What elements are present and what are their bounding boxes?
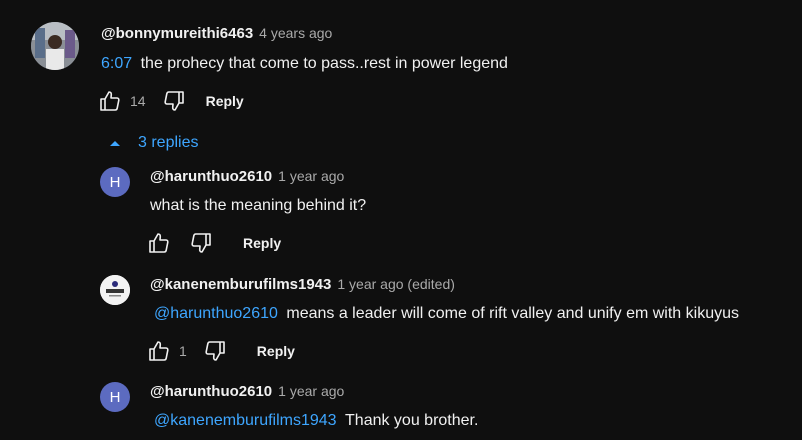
thumbs-up-icon xyxy=(149,233,169,253)
comment-text: 6:07 the prohecy that come to pass..rest… xyxy=(101,55,508,73)
reply-time[interactable]: 1 year ago (edited) xyxy=(337,276,455,292)
avatar[interactable]: H xyxy=(100,382,130,412)
reply-author[interactable]: @harunthuo2610 xyxy=(150,383,272,400)
dislike-button[interactable] xyxy=(187,229,215,257)
like-button[interactable] xyxy=(96,87,124,115)
reply-header: @harunthuo2610 1 year ago xyxy=(150,168,344,186)
avatar[interactable] xyxy=(100,275,130,305)
comment-header: @bonnymureithi6463 4 years ago xyxy=(101,25,332,43)
reply-body: Thank you brother. xyxy=(345,412,479,429)
reply-text: @kanenemburufilms1943 Thank you brother. xyxy=(154,412,478,430)
reply-time[interactable]: 1 year ago xyxy=(278,168,344,184)
reply-button[interactable]: Reply xyxy=(206,93,244,109)
comment-author[interactable]: @bonnymureithi6463 xyxy=(101,25,253,42)
comment-body: the prohecy that come to pass..rest in p… xyxy=(140,55,508,72)
like-count: 1 xyxy=(179,343,187,359)
caret-up-icon xyxy=(110,141,120,146)
reply-button[interactable]: Reply xyxy=(257,343,295,359)
avatar[interactable] xyxy=(31,22,79,70)
reply-text: @harunthuo2610 means a leader will come … xyxy=(154,305,739,323)
channel-logo-icon xyxy=(100,275,130,305)
replies-toggle[interactable]: 3 replies xyxy=(108,134,198,152)
like-button[interactable] xyxy=(145,229,173,257)
reply-text: what is the meaning behind it? xyxy=(150,197,367,214)
reply-author[interactable]: @kanenemburufilms1943 xyxy=(150,276,331,293)
thumbs-up-icon xyxy=(149,341,169,361)
thumbs-down-icon xyxy=(191,233,211,253)
like-button[interactable] xyxy=(145,337,173,365)
reply-button[interactable]: Reply xyxy=(243,235,281,251)
reply-header: @harunthuo2610 1 year ago xyxy=(150,383,344,401)
thumbs-up-icon xyxy=(100,91,120,111)
reply-body: means a leader will come of rift valley … xyxy=(286,305,739,322)
reply-time[interactable]: 1 year ago xyxy=(278,383,344,399)
dislike-button[interactable] xyxy=(201,337,229,365)
reply-author[interactable]: @harunthuo2610 xyxy=(150,168,272,185)
reply-actions: Reply xyxy=(145,229,281,257)
comment-actions: 14 Reply xyxy=(96,87,244,115)
replies-count-label: 3 replies xyxy=(138,134,199,151)
mention-link[interactable]: @harunthuo2610 xyxy=(154,305,278,322)
reply-header: @kanenemburufilms1943 1 year ago (edited) xyxy=(150,276,455,294)
like-count: 14 xyxy=(130,93,146,109)
avatar-letter: H xyxy=(109,388,121,406)
timestamp-link[interactable]: 6:07 xyxy=(101,55,132,72)
mention-link[interactable]: @kanenemburufilms1943 xyxy=(154,412,337,429)
thumbs-down-icon xyxy=(205,341,225,361)
thumbs-down-icon xyxy=(163,91,184,111)
avatar-letter: H xyxy=(109,173,121,191)
dislike-button[interactable] xyxy=(160,87,188,115)
avatar-photo-icon xyxy=(31,22,79,70)
avatar[interactable]: H xyxy=(100,167,130,197)
comment-time[interactable]: 4 years ago xyxy=(259,25,332,41)
reply-actions: 1 Reply xyxy=(145,337,295,365)
